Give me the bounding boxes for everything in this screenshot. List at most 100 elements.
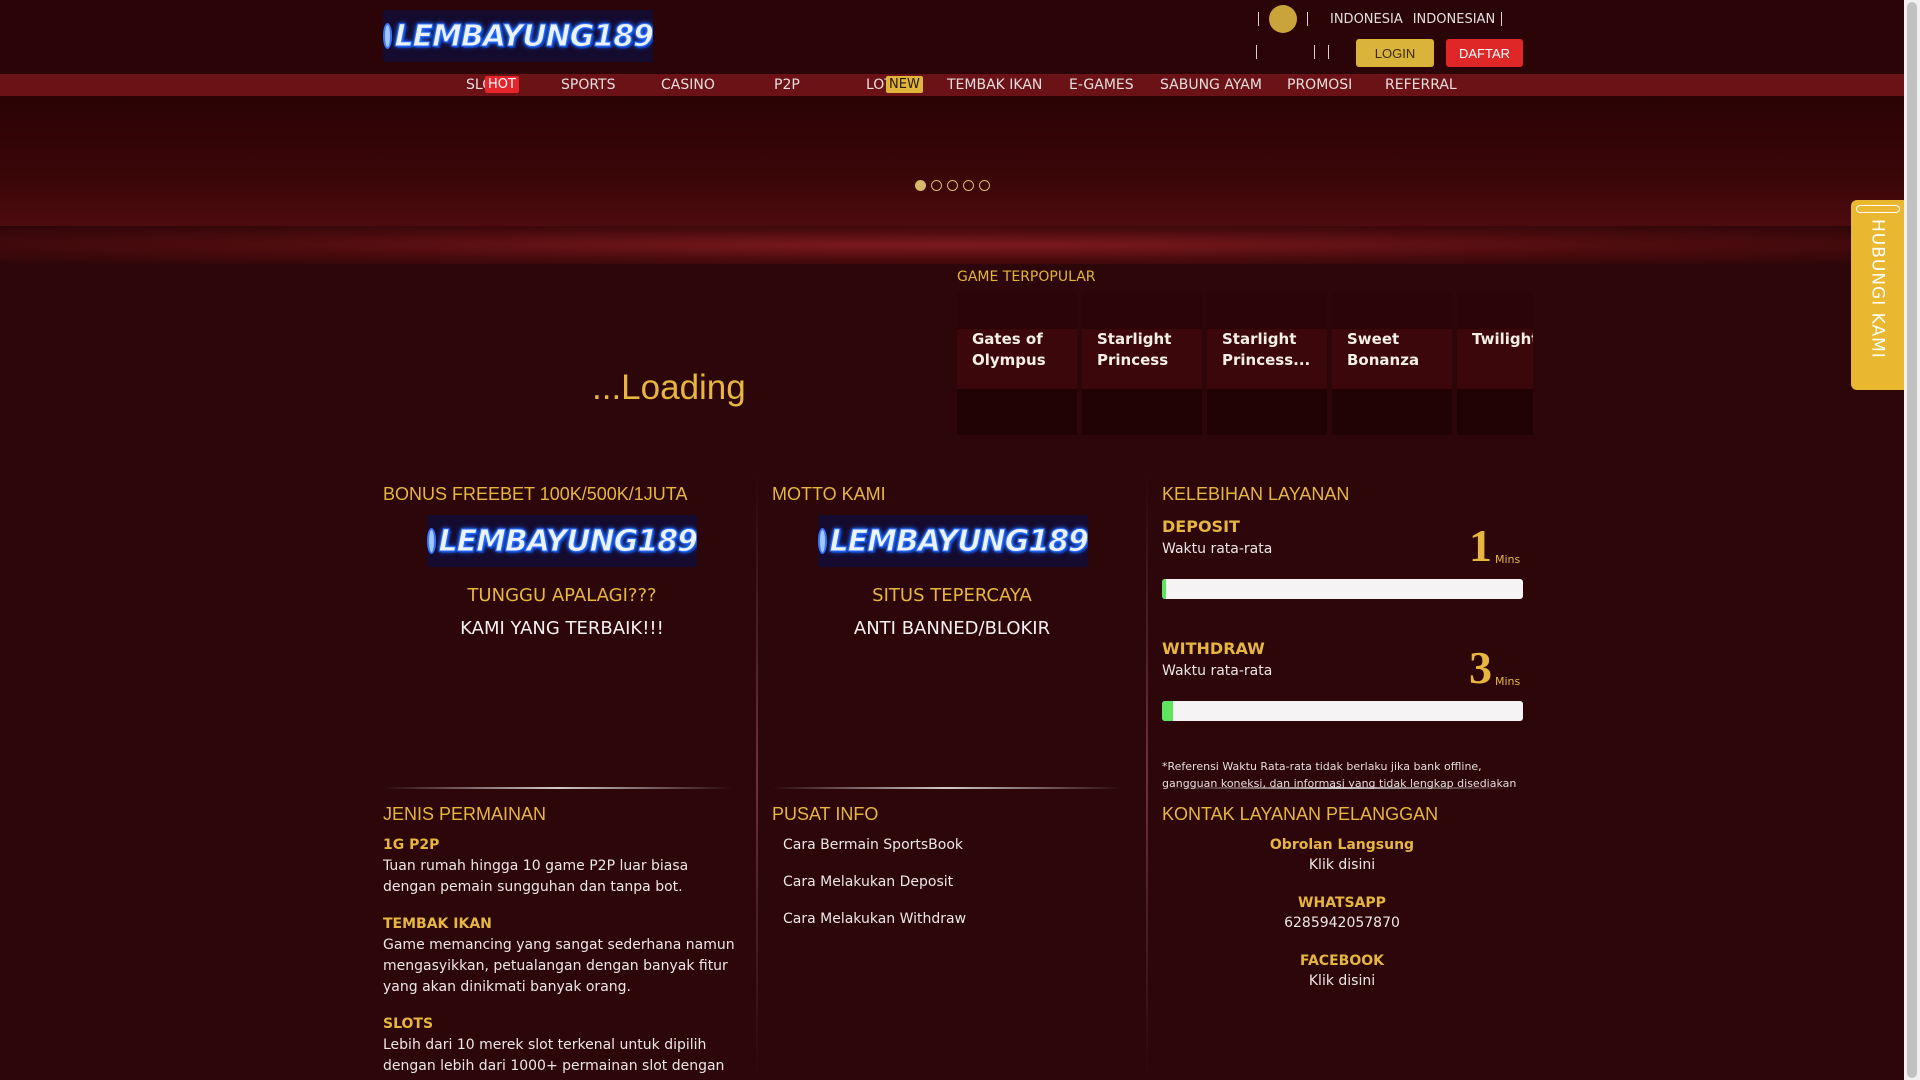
game-types-title: JENIS PERMAINAN — [383, 804, 547, 824]
top-header — [0, 0, 1904, 74]
language-label[interactable]: INDONESIAN — [1413, 12, 1495, 27]
game-name: Gates of Olympus — [972, 330, 1046, 369]
hero-banner — [0, 96, 1904, 226]
nav-casino[interactable]: CASINO — [661, 74, 715, 96]
popular-games-title: GAME TERPOPULAR — [957, 269, 1096, 285]
withdraw-sub: Waktu rata-rata — [1162, 663, 1273, 679]
game-card[interactable]: Gates of Olympus — [957, 293, 1077, 435]
slider-dot[interactable] — [947, 180, 958, 191]
customer-service-title: KONTAK LAYANAN PELANGGAN — [1162, 804, 1439, 824]
mascot-icon — [427, 528, 437, 554]
locale-bar: INDONESIA INDONESIAN — [1258, 5, 1522, 33]
slider-dots — [915, 180, 990, 191]
game-name: Starlight Princess — [1097, 330, 1172, 369]
popular-games-carousel: Gates of Olympus Starlight Princess Star… — [957, 293, 1533, 435]
live-chat-label: Obrolan Langsung — [1269, 837, 1415, 853]
facebook-block: FACEBOOK Klik disini — [1162, 953, 1522, 989]
mascot-icon — [818, 528, 828, 554]
tab-handle — [1855, 205, 1900, 213]
column-divider — [1146, 470, 1148, 1080]
facebook-label: FACEBOOK — [1300, 953, 1384, 969]
hot-badge: HOT — [485, 76, 519, 93]
live-chat-block: Obrolan Langsung Klik disini — [1162, 837, 1522, 873]
game-type-desc: Lebih dari 10 merek slot terkenal untuk … — [383, 1037, 725, 1080]
info-link-deposit[interactable]: Cara Melakukan Deposit — [783, 874, 953, 890]
game-thumbnail — [957, 293, 1077, 329]
divider — [1256, 45, 1257, 59]
nav-sabung-ayam[interactable]: SABUNG AYAM — [1160, 74, 1262, 96]
game-type-name: TEMBAK IKAN — [383, 916, 492, 932]
withdraw-progress-fill — [1162, 701, 1173, 721]
user-links — [1256, 45, 1346, 59]
facebook-link[interactable]: Klik disini — [1162, 973, 1522, 989]
divider — [1314, 45, 1315, 59]
service-title: KELEBIHAN LAYANAN — [1162, 484, 1350, 504]
bonus-subtitle: TUNGGU APALAGI??? — [467, 585, 657, 606]
info-center-title: PUSAT INFO — [772, 804, 879, 824]
withdraw-time: 3 — [1469, 642, 1492, 693]
bonus-title: BONUS FREEBET 100K/500K/1JUTA — [383, 484, 688, 504]
nav-p2p[interactable]: P2P — [774, 74, 800, 96]
info-link-withdraw[interactable]: Cara Melakukan Withdraw — [783, 911, 966, 927]
deposit-time: 1 — [1469, 520, 1492, 571]
game-card[interactable]: Sweet Bonanza — [1332, 293, 1452, 435]
withdraw-label: WITHDRAW — [1162, 639, 1265, 658]
live-chat-link[interactable]: Klik disini — [1162, 857, 1522, 873]
side-contact-label: HUBUNGI KAMI — [1867, 219, 1888, 359]
slider-dot[interactable] — [931, 180, 942, 191]
slider-dot[interactable] — [963, 180, 974, 191]
info-link-sportsbook[interactable]: Cara Bermain SportsBook — [783, 837, 963, 853]
nav-e-games[interactable]: E-GAMES — [1069, 74, 1134, 96]
game-type-desc: Tuan rumah hingga 10 game P2P luar biasa… — [383, 858, 689, 895]
slider-dot[interactable] — [979, 180, 990, 191]
page-scrollbar[interactable] — [1904, 0, 1920, 1080]
new-badge: NEW — [886, 76, 923, 93]
scrollbar-thumb[interactable] — [1907, 2, 1917, 1078]
country-label[interactable]: INDONESIA — [1330, 12, 1403, 27]
withdraw-unit: Mins — [1495, 675, 1521, 688]
nav-sports[interactable]: SPORTS — [561, 74, 616, 96]
game-thumbnail — [1332, 293, 1452, 329]
section-divider — [383, 787, 733, 789]
divider — [1501, 12, 1503, 26]
divider — [1307, 12, 1308, 26]
motto-logo: LEMBAYUNG189 — [818, 515, 1088, 567]
nav-tembak-ikan[interactable]: TEMBAK IKAN — [947, 74, 1042, 96]
whatsapp-label: WHATSAPP — [1298, 895, 1386, 911]
game-thumbnail — [1207, 293, 1327, 329]
divider — [1328, 45, 1329, 59]
logo-text: LEMBAYUNG189 — [829, 523, 1088, 559]
game-card[interactable]: Starlight Princess... — [1207, 293, 1327, 435]
bonus-tagline: KAMI YANG TERBAIK!!! — [460, 618, 664, 639]
logo-text: LEMBAYUNG189 — [438, 523, 697, 559]
deposit-unit: Mins — [1495, 553, 1521, 566]
game-name: Twilight Princess — [1472, 330, 1533, 348]
site-logo[interactable]: LEMBAYUNG189 — [383, 10, 653, 62]
flag-icon[interactable] — [1269, 5, 1297, 33]
deposit-progress-fill — [1162, 579, 1166, 599]
loading-text: ...Loading — [592, 368, 746, 407]
logo-text: LEMBAYUNG189 — [394, 18, 653, 54]
bonus-logo: LEMBAYUNG189 — [427, 515, 697, 567]
game-type-name: 1G P2P — [383, 837, 440, 853]
withdraw-progress — [1162, 701, 1523, 721]
nav-referral[interactable]: REFERRAL — [1385, 74, 1457, 96]
glow-band — [0, 226, 1904, 264]
login-button[interactable]: LOGIN — [1356, 39, 1434, 67]
motto-tagline: ANTI BANNED/BLOKIR — [853, 618, 1051, 639]
nav-promosi[interactable]: PROMOSI — [1287, 74, 1352, 96]
game-name: Starlight Princess... — [1222, 330, 1311, 369]
slider-dot[interactable] — [915, 180, 926, 191]
whatsapp-block: WHATSAPP 6285942057870 — [1162, 895, 1522, 931]
register-button[interactable]: DAFTAR — [1446, 39, 1523, 67]
game-thumbnail — [1457, 293, 1533, 329]
game-type-desc: Game memancing yang sangat sederhana nam… — [383, 937, 735, 995]
game-card[interactable]: Twilight Princess — [1457, 293, 1533, 435]
deposit-progress — [1162, 579, 1523, 599]
whatsapp-number[interactable]: 6285942057870 — [1162, 915, 1522, 931]
side-contact-tab[interactable]: HUBUNGI KAMI — [1851, 200, 1904, 390]
game-thumbnail — [1082, 293, 1202, 329]
motto-title: MOTTO KAMI — [772, 484, 886, 504]
game-name: Sweet Bonanza — [1347, 330, 1420, 369]
game-card[interactable]: Starlight Princess — [1082, 293, 1202, 435]
